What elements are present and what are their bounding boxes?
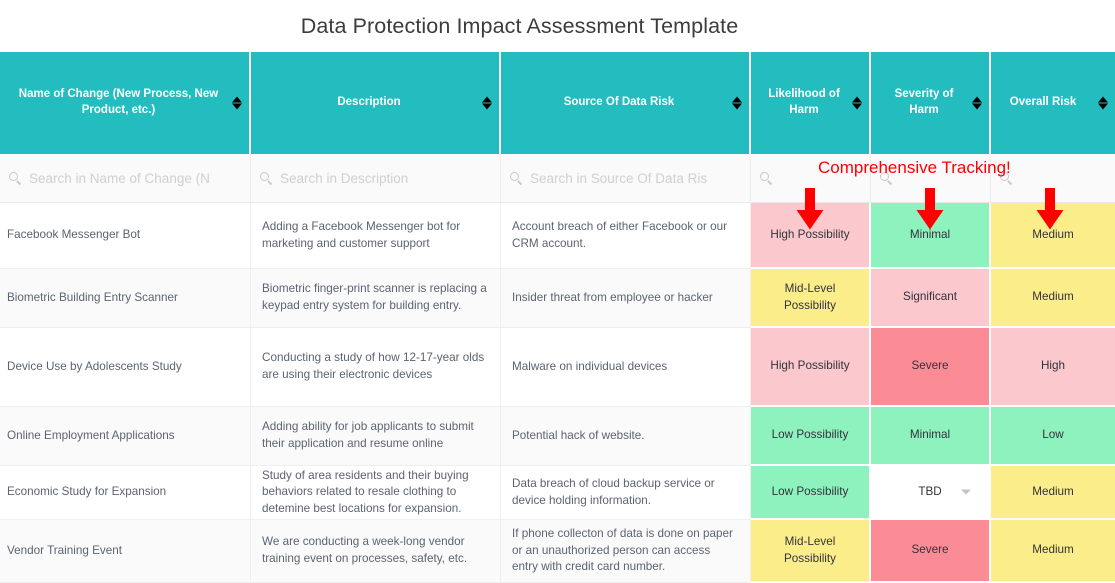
- cell-source[interactable]: If phone collecton of data is done on pa…: [501, 520, 751, 583]
- column-header-5[interactable]: Overall Risk: [991, 52, 1115, 154]
- sort-updown-icon[interactable]: [482, 96, 492, 111]
- page-title: Data Protection Impact Assessment Templa…: [300, 13, 739, 38]
- search-icon: [9, 171, 22, 185]
- cell-severity[interactable]: TBD: [871, 466, 991, 520]
- annotation-arrow-down-icon: [911, 188, 949, 230]
- annotation-label: Comprehensive Tracking!: [818, 158, 1011, 177]
- risk-value: Mid-Level Possibility: [784, 281, 836, 312]
- table-row[interactable]: Online Employment Applications Adding abi…: [0, 407, 1115, 466]
- cell-overall[interactable]: Low: [991, 407, 1115, 466]
- cell-name[interactable]: Biometric Building Entry Scanner: [0, 269, 251, 328]
- column-header-0[interactable]: Name of Change (New Process, New Product…: [0, 52, 251, 154]
- column-header-label: Likelihood of Harm: [768, 88, 840, 116]
- cell-severity[interactable]: Severe: [871, 328, 991, 407]
- cell-severity[interactable]: Severe: [871, 520, 991, 583]
- column-header-label: Source Of Data Risk: [563, 96, 675, 109]
- cell-likelihood[interactable]: Mid-Level Possibility: [751, 269, 871, 328]
- column-header-3[interactable]: Likelihood of Harm: [751, 52, 871, 154]
- column-header-2[interactable]: Source Of Data Risk: [501, 52, 751, 154]
- risk-value: Low: [1042, 428, 1064, 442]
- risk-value: High Possibility: [770, 359, 850, 373]
- column-header-label: Description: [337, 96, 401, 109]
- sort-updown-icon[interactable]: [972, 96, 982, 111]
- data-table: Name of Change (New Process, New Product…: [0, 52, 1115, 583]
- cell-description[interactable]: Study of area residents and their buying…: [251, 466, 501, 520]
- cell-likelihood[interactable]: Mid-Level Possibility: [751, 520, 871, 583]
- sort-updown-icon[interactable]: [1098, 96, 1108, 111]
- cell-source[interactable]: Data breach of cloud backup service or d…: [501, 466, 751, 520]
- risk-value: Low Possibility: [771, 484, 849, 498]
- risk-value: TBD: [918, 484, 942, 498]
- search-input[interactable]: Search in Source Of Data Ris: [530, 171, 707, 186]
- search-cell-1[interactable]: Search in Description: [251, 154, 501, 203]
- risk-value: Medium: [1032, 484, 1074, 498]
- column-header-label: Name of Change (New Process, New Product…: [18, 88, 219, 116]
- risk-value: Mid-Level Possibility: [784, 534, 836, 565]
- title-bar: Data Protection Impact Assessment Templa…: [0, 0, 1115, 52]
- search-cell-2[interactable]: Search in Source Of Data Ris: [501, 154, 751, 203]
- cell-likelihood[interactable]: Low Possibility: [751, 407, 871, 466]
- search-icon: [510, 171, 523, 185]
- risk-value: Low Possibility: [771, 428, 849, 442]
- table-row[interactable]: Device Use by Adolescents Study Conductin…: [0, 328, 1115, 407]
- sort-updown-icon[interactable]: [852, 96, 862, 111]
- sort-updown-icon[interactable]: [232, 96, 242, 111]
- cell-description[interactable]: We are conducting a week-long vendor tra…: [251, 520, 501, 583]
- cell-name[interactable]: Device Use by Adolescents Study: [0, 328, 251, 407]
- dpia-table-app: Data Protection Impact Assessment Templa…: [0, 0, 1115, 583]
- cell-name[interactable]: Vendor Training Event: [0, 520, 251, 583]
- table-body: Facebook Messenger Bot Adding a Facebook …: [0, 203, 1115, 583]
- cell-name[interactable]: Online Employment Applications: [0, 407, 251, 466]
- cell-severity[interactable]: Significant: [871, 269, 991, 328]
- table-header-row: Name of Change (New Process, New Product…: [0, 52, 1115, 154]
- cell-likelihood[interactable]: Low Possibility: [751, 466, 871, 520]
- search-icon: [760, 171, 773, 185]
- column-header-label: Overall Risk: [1009, 96, 1077, 109]
- column-header-1[interactable]: Description: [251, 52, 501, 154]
- search-input[interactable]: Search in Name of Change (N: [29, 171, 210, 186]
- cell-description[interactable]: Adding ability for job applicants to sub…: [251, 407, 501, 466]
- annotation-arrow-down-icon: [791, 188, 829, 230]
- search-cell-0[interactable]: Search in Name of Change (N: [0, 154, 251, 203]
- cell-description[interactable]: Biometric finger-print scanner is replac…: [251, 269, 501, 328]
- cell-description[interactable]: Conducting a study of how 12-17-year old…: [251, 328, 501, 407]
- cell-severity[interactable]: Minimal: [871, 407, 991, 466]
- risk-value: Medium: [1032, 543, 1074, 557]
- chevron-down-icon[interactable]: [961, 489, 971, 495]
- cell-overall[interactable]: High: [991, 328, 1115, 407]
- table-row[interactable]: Vendor Training Event We are conducting a…: [0, 520, 1115, 583]
- search-icon: [260, 171, 273, 185]
- cell-overall[interactable]: Medium: [991, 466, 1115, 520]
- risk-value: High: [1040, 359, 1066, 373]
- cell-description[interactable]: Adding a Facebook Messenger bot for mark…: [251, 203, 501, 269]
- cell-source[interactable]: Insider threat from employee or hacker: [501, 269, 751, 328]
- cell-likelihood[interactable]: High Possibility: [751, 328, 871, 407]
- table-row[interactable]: Biometric Building Entry Scanner Biometri…: [0, 269, 1115, 328]
- cell-source[interactable]: Potential hack of website.: [501, 407, 751, 466]
- table-row[interactable]: Economic Study for Expansion Study of are…: [0, 466, 1115, 520]
- risk-value: Severe: [911, 543, 949, 557]
- annotation-arrow-down-icon: [1031, 188, 1069, 230]
- cell-source[interactable]: Account breach of either Facebook or our…: [501, 203, 751, 269]
- cell-name[interactable]: Economic Study for Expansion: [0, 466, 251, 520]
- cell-name[interactable]: Facebook Messenger Bot: [0, 203, 251, 269]
- risk-value: Severe: [911, 359, 949, 373]
- cell-overall[interactable]: Medium: [991, 269, 1115, 328]
- risk-value: Significant: [903, 290, 957, 304]
- risk-value: Medium: [1032, 290, 1074, 304]
- cell-source[interactable]: Malware on individual devices: [501, 328, 751, 407]
- column-header-4[interactable]: Severity of Harm: [871, 52, 991, 154]
- sort-updown-icon[interactable]: [732, 96, 742, 111]
- column-header-label: Severity of Harm: [894, 88, 954, 116]
- cell-overall[interactable]: Medium: [991, 520, 1115, 583]
- risk-value: Minimal: [909, 428, 951, 442]
- search-input[interactable]: Search in Description: [280, 171, 408, 186]
